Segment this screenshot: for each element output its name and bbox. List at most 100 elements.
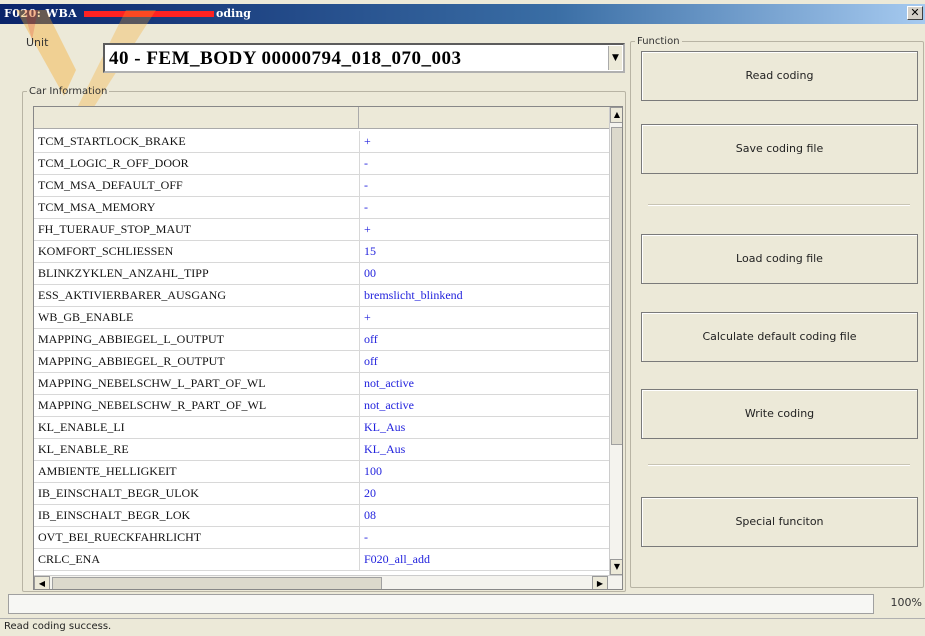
close-button[interactable]: ✕ [907,6,923,20]
table-row[interactable]: KL_ENABLE_RE KL_Aus [34,439,609,461]
table-row[interactable]: WB_GB_ENABLE + [34,307,609,329]
column-separator [359,285,360,307]
column-separator [359,153,360,175]
column-separator [359,373,360,395]
table-row[interactable]: MAPPING_NEBELSCHW_R_PART_OF_WL not_active [34,395,609,417]
table-row[interactable]: KOMFORT_SCHLIESSEN 15 [34,241,609,263]
row-parameter-name: OVT_BEI_RUECKFAHRLICHT [38,530,202,544]
row-parameter-value[interactable]: KL_Aus [364,442,604,457]
scroll-left-button[interactable]: ◀ [34,576,50,589]
table-row[interactable]: MAPPING_ABBIEGEL_R_OUTPUT off [34,351,609,373]
column-separator [359,263,360,285]
row-parameter-value[interactable]: off [364,354,604,369]
row-parameter-value[interactable]: KL_Aus [364,420,604,435]
table-row[interactable]: KL_ENABLE_LI KL_Aus [34,417,609,439]
scroll-down-button[interactable]: ▼ [610,559,622,575]
row-parameter-name: IB_EINSCHALT_BEGR_LOK [38,508,191,522]
column-separator [359,461,360,483]
status-message: Read coding success. [4,621,112,632]
vertical-scrollbar[interactable]: ▲ ▼ [609,107,622,575]
row-parameter-value[interactable]: - [364,530,604,545]
special-function-button[interactable]: Special funciton [641,497,918,547]
table-row[interactable]: OVT_BEI_RUECKFAHRLICHT - [34,527,609,549]
row-parameter-value[interactable]: 08 [364,508,604,523]
status-bar: Read coding success. [0,618,925,636]
row-parameter-value[interactable]: - [364,178,604,193]
function-divider-2 [648,464,910,466]
table-row[interactable]: MAPPING_NEBELSCHW_L_PART_OF_WL not_active [34,373,609,395]
load-coding-file-button[interactable]: Load coding file [641,234,918,284]
row-parameter-name: TCM_MSA_MEMORY [38,200,156,214]
column-separator [359,527,360,549]
table-row[interactable]: CRLC_ENA F020_all_add [34,549,609,571]
row-parameter-value[interactable]: 100 [364,464,604,479]
column-separator [359,219,360,241]
row-parameter-name: TCM_MSA_DEFAULT_OFF [38,178,183,192]
scroll-up-button[interactable]: ▲ [610,107,622,123]
table-row[interactable]: AMBIENTE_HELLIGKEIT 100 [34,461,609,483]
chevron-down-icon[interactable]: ▼ [608,46,622,70]
row-parameter-value[interactable]: 15 [364,244,604,259]
calculate-default-coding-button[interactable]: Calculate default coding file [641,312,918,362]
title-bar: F020: WBA oding ✕ [0,4,925,24]
header-cell-name[interactable] [34,107,359,129]
row-parameter-value[interactable]: + [364,222,604,237]
table-body: TCM_STARTLOCK_BRAKE + TCM_LOGIC_R_OFF_DOOR… [34,131,609,571]
table-row[interactable]: IB_EINSCHALT_BEGR_LOK 08 [34,505,609,527]
table-row[interactable]: MAPPING_ABBIEGEL_L_OUTPUT off [34,329,609,351]
function-legend: Function [637,36,680,47]
row-parameter-name: KOMFORT_SCHLIESSEN [38,244,174,258]
row-parameter-value[interactable]: off [364,332,604,347]
row-parameter-value[interactable]: not_active [364,376,604,391]
horizontal-scrollbar[interactable]: ◀ ▶ [34,575,622,589]
column-separator [359,395,360,417]
row-parameter-value[interactable]: bremslicht_blinkend [364,288,604,303]
table-row[interactable]: TCM_LOGIC_R_OFF_DOOR - [34,153,609,175]
row-parameter-name: MAPPING_ABBIEGEL_L_OUTPUT [38,332,224,346]
column-separator [359,483,360,505]
row-parameter-name: TCM_LOGIC_R_OFF_DOOR [38,156,189,170]
coding-table: TCM_STARTLOCK_BRAKE + TCM_LOGIC_R_OFF_DOOR… [33,106,623,590]
column-separator [359,131,360,153]
row-parameter-name: TCM_STARTLOCK_BRAKE [38,134,186,148]
row-parameter-value[interactable]: 00 [364,266,604,281]
table-row[interactable]: BLINKZYKLEN_ANZAHL_TIPP 00 [34,263,609,285]
scroll-thumb-horizontal[interactable] [52,577,382,589]
row-parameter-value[interactable]: - [364,156,604,171]
row-parameter-name: ESS_AKTIVIERBARER_AUSGANG [38,288,227,302]
function-divider [648,204,910,206]
row-parameter-name: AMBIENTE_HELLIGKEIT [38,464,177,478]
table-row[interactable]: FH_TUERAUF_STOP_MAUT + [34,219,609,241]
column-separator [359,307,360,329]
table-row[interactable]: ESS_AKTIVIERBARER_AUSGANG bremslicht_blin… [34,285,609,307]
row-parameter-value[interactable]: + [364,310,604,325]
table-row[interactable]: TCM_MSA_MEMORY - [34,197,609,219]
column-separator [359,439,360,461]
table-row[interactable]: TCM_MSA_DEFAULT_OFF - [34,175,609,197]
write-coding-button[interactable]: Write coding [641,389,918,439]
row-parameter-name: MAPPING_NEBELSCHW_R_PART_OF_WL [38,398,267,412]
save-coding-file-button[interactable]: Save coding file [641,124,918,174]
table-row[interactable]: TCM_STARTLOCK_BRAKE + [34,131,609,153]
column-separator [359,329,360,351]
scroll-thumb[interactable] [611,127,622,445]
progress-fill [9,595,873,613]
row-parameter-name: KL_ENABLE_LI [38,420,125,434]
table-row[interactable]: IB_EINSCHALT_BEGR_ULOK 20 [34,483,609,505]
progress-percent: 100% [890,596,922,609]
row-parameter-value[interactable]: + [364,134,604,149]
row-parameter-name: MAPPING_ABBIEGEL_R_OUTPUT [38,354,225,368]
coding-window: F020: WBA oding ✕ Unit 40 - FEM_BODY 000… [0,0,925,636]
column-separator [359,241,360,263]
row-parameter-name: WB_GB_ENABLE [38,310,134,324]
row-parameter-value[interactable]: not_active [364,398,604,413]
scroll-right-button[interactable]: ▶ [592,576,608,589]
row-parameter-value[interactable]: - [364,200,604,215]
row-parameter-value[interactable]: F020_all_add [364,552,604,567]
row-parameter-value[interactable]: 20 [364,486,604,501]
read-coding-button[interactable]: Read coding [641,51,918,101]
column-separator [359,549,360,571]
column-separator [359,175,360,197]
table-header [34,107,609,129]
unit-dropdown[interactable]: 40 - FEM_BODY 00000794_018_070_003 ▼ [103,43,625,73]
